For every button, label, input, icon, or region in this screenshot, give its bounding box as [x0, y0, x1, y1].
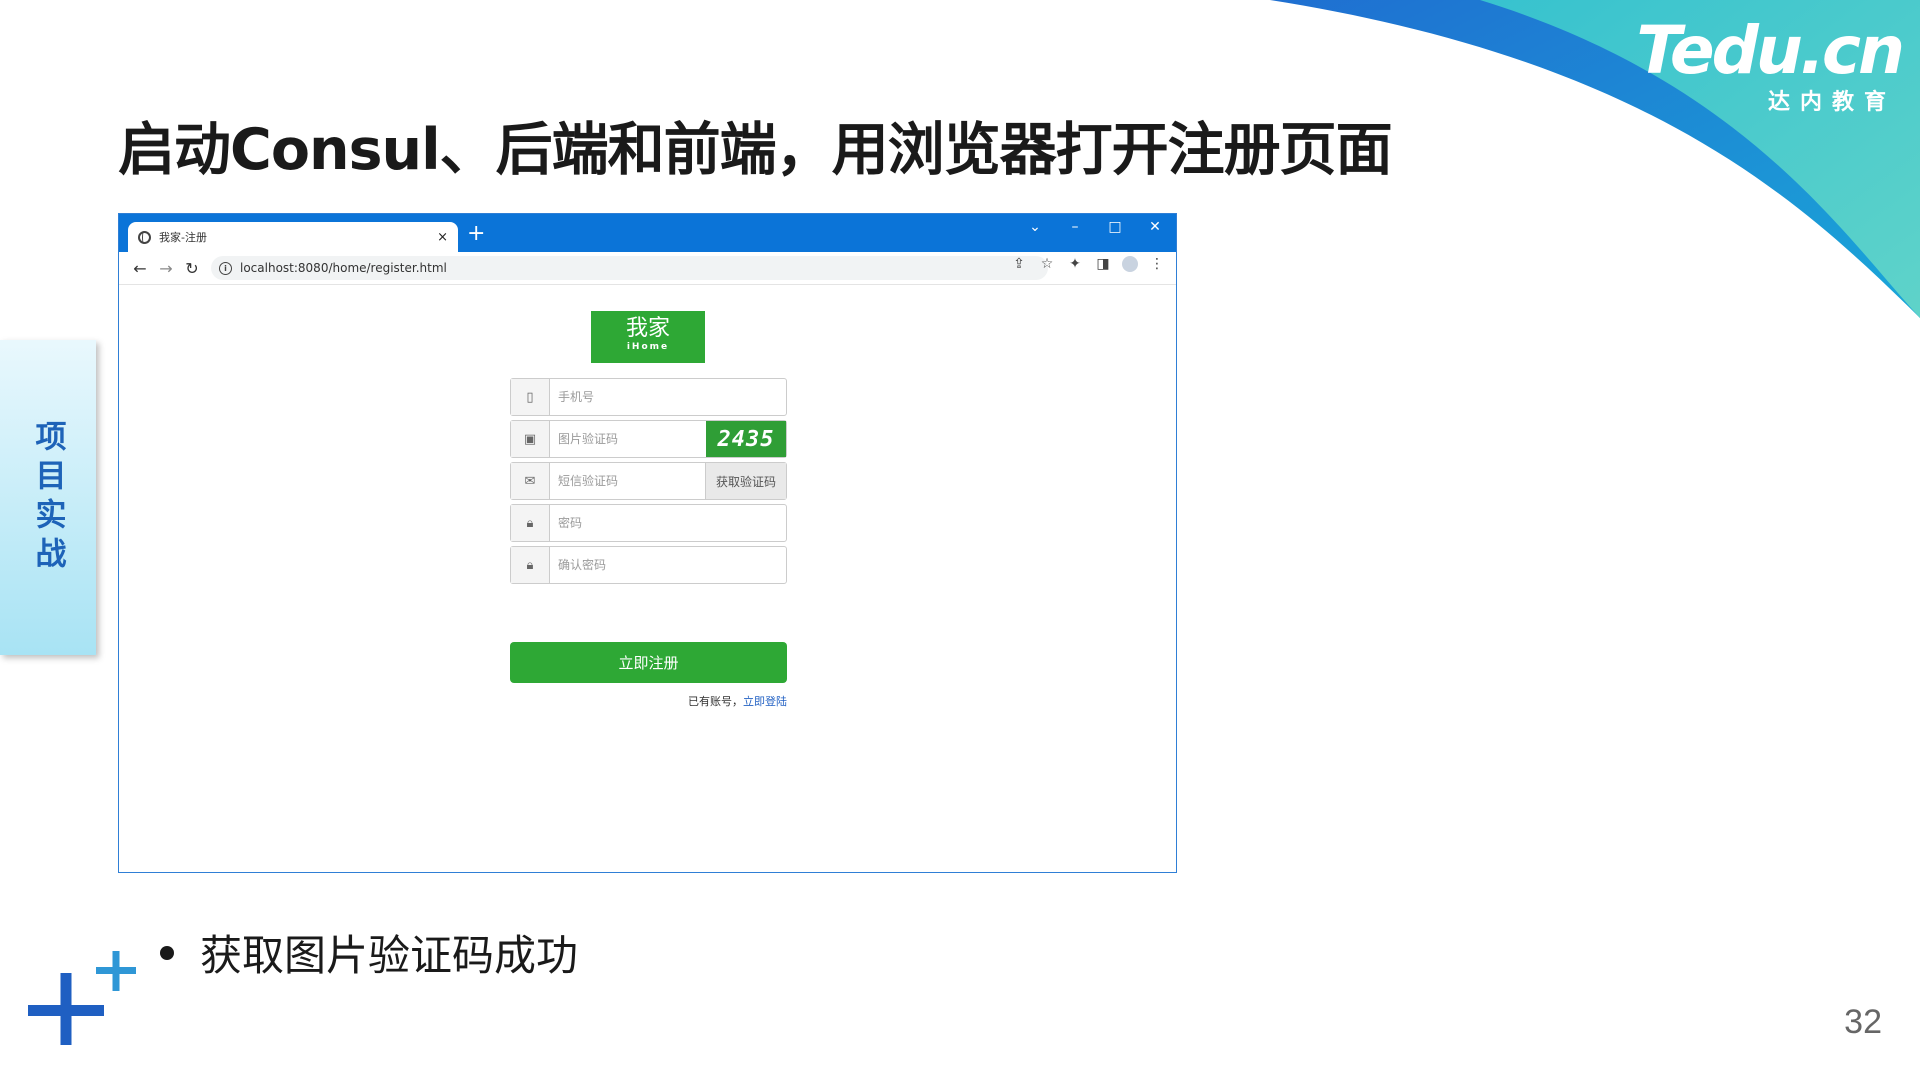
phone-input[interactable] [550, 379, 786, 415]
slide-title: 启动Consul、后端和前端，用浏览器打开注册页面 [118, 117, 1393, 183]
login-prompt-line: 已有账号，立即登陆 [510, 693, 787, 709]
share-icon[interactable]: ⇪ [1010, 256, 1028, 272]
plus-decoration-icon [28, 951, 136, 1045]
toolbar-icons: ⇪ ☆ ✦ ◨ ⋮ [1010, 256, 1166, 272]
confirm-password-field-group: 🔒︎ [510, 546, 787, 584]
globe-icon [138, 230, 151, 244]
tab-close-icon[interactable]: × [437, 230, 448, 245]
sms-code-input[interactable] [550, 463, 705, 499]
tedu-logo: Tedu.cn 达内教育 [1636, 12, 1905, 116]
url-field[interactable]: i localhost:8080/home/register.html [211, 256, 1048, 280]
sms-field-group: ✉ 获取验证码 [510, 462, 787, 500]
side-tab-label: 项目实战 [29, 419, 66, 576]
bullet-text: 获取图片验证码成功 [200, 931, 579, 980]
mobile-phone-icon: ▯ [511, 379, 550, 415]
lock-icon: 🔒︎ [511, 547, 550, 583]
password-field-group: 🔒︎ [510, 504, 787, 542]
tedu-logo-wordmark: Tedu.cn [1636, 12, 1905, 89]
browser-tab-bar: 我家-注册 × + ⌄ – □ ✕ [119, 214, 1176, 252]
maximize-button[interactable]: □ [1106, 219, 1124, 235]
tab-search-icon[interactable]: ⌄ [1026, 219, 1044, 235]
side-tab: 项目实战 [0, 340, 96, 655]
register-button[interactable]: 立即注册 [510, 642, 787, 683]
browser-tab[interactable]: 我家-注册 × [128, 222, 458, 252]
login-prompt-text: 已有账号， [688, 695, 743, 708]
phone-field-group: ▯ [510, 378, 787, 416]
back-arrow-icon[interactable]: ← [127, 259, 153, 278]
captcha-image[interactable]: 2435 [706, 421, 786, 457]
minimize-button[interactable]: – [1066, 219, 1084, 235]
captcha-field-group: ▣ 2435 [510, 420, 787, 458]
reload-icon[interactable]: ↻ [179, 259, 205, 278]
extensions-puzzle-icon[interactable]: ✦ [1066, 256, 1084, 272]
envelope-icon: ✉ [511, 463, 550, 499]
bookmark-star-icon[interactable]: ☆ [1038, 256, 1056, 272]
side-panel-icon[interactable]: ◨ [1094, 256, 1112, 272]
ihome-logo-en: iHome [626, 342, 670, 352]
new-tab-button[interactable]: + [467, 221, 485, 247]
bullet-item: 获取图片验证码成功 [160, 922, 578, 983]
bullet-dot [160, 945, 174, 960]
window-controls: ⌄ – □ ✕ [1026, 219, 1164, 235]
ihome-logo-cn: 我家 [625, 316, 670, 341]
lock-icon: 🔒︎ [511, 505, 550, 541]
forward-arrow-icon[interactable]: → [153, 259, 179, 278]
image-captcha-input[interactable] [550, 421, 706, 457]
url-text[interactable]: localhost:8080/home/register.html [240, 261, 447, 275]
close-window-button[interactable]: ✕ [1146, 219, 1164, 235]
image-icon: ▣ [511, 421, 550, 457]
address-bar: ← → ↻ i localhost:8080/home/register.htm… [119, 252, 1176, 285]
password-input[interactable] [550, 505, 786, 541]
ihome-logo: 我家 iHome [591, 311, 705, 363]
site-info-icon[interactable]: i [219, 261, 232, 275]
browser-tab-title: 我家-注册 [159, 231, 207, 244]
register-page: 我家 iHome ▯ ▣ 2435 ✉ 获取验证码 🔒︎ 🔒︎ 立即注册 已 [119, 285, 1176, 872]
confirm-password-input[interactable] [550, 547, 786, 583]
profile-avatar-icon[interactable] [1122, 256, 1138, 272]
get-sms-code-button[interactable]: 获取验证码 [705, 463, 786, 499]
login-link[interactable]: 立即登陆 [743, 695, 787, 708]
page-number: 32 [1844, 1003, 1882, 1041]
more-menu-icon[interactable]: ⋮ [1148, 256, 1166, 272]
browser-window: 我家-注册 × + ⌄ – □ ✕ ← → ↻ i localhost:8080… [118, 213, 1177, 873]
